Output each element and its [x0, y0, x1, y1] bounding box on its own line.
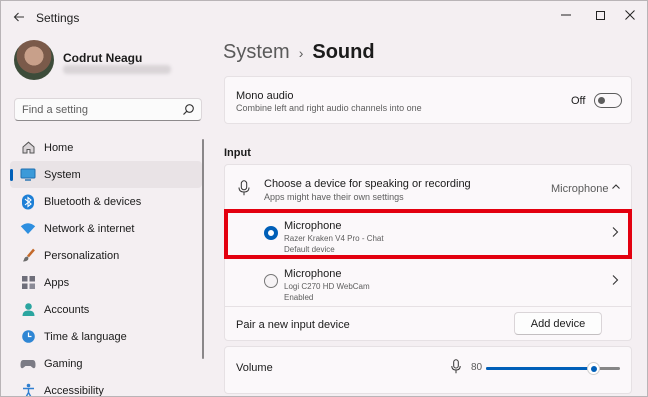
accessibility-icon [20, 383, 36, 396]
mono-audio-state: Off [571, 95, 586, 107]
search-input[interactable]: Find a setting [22, 104, 88, 116]
accounts-icon [20, 302, 36, 318]
settings-window: Settings Codrut Neagu Find a setting Hom… [0, 0, 648, 397]
add-device-button[interactable]: Add device [514, 312, 602, 335]
sidebar-item-network[interactable]: Network & internet [10, 215, 202, 242]
avatar[interactable] [14, 40, 54, 80]
bluetooth-icon [20, 194, 36, 210]
sidebar-item-label: Time & language [44, 330, 127, 343]
sidebar-item-label: Network & internet [44, 222, 135, 235]
sidebar-item-label: Apps [44, 276, 70, 289]
pair-device-label: Pair a new input device [236, 319, 350, 331]
page-title: Sound [312, 41, 375, 63]
pair-input-device-row: Pair a new input device Add device [225, 308, 631, 341]
sidebar-item-accounts[interactable]: Accounts [10, 296, 202, 323]
search-icon[interactable] [182, 103, 195, 116]
mono-audio-description: Combine left and right audio channels in… [236, 103, 422, 113]
sidebar-item-accessibility[interactable]: Accessibility [10, 377, 202, 397]
volume-slider[interactable] [486, 362, 620, 375]
sidebar-item-apps[interactable]: Apps [10, 269, 202, 296]
arrow-left-icon [13, 12, 24, 22]
device-status: Enabled [284, 293, 314, 302]
apps-icon [20, 275, 36, 291]
microphone-icon [451, 359, 461, 374]
wifi-icon [20, 221, 36, 237]
device-name: Microphone [284, 268, 342, 280]
choose-device-description: Apps might have their own settings [264, 192, 404, 202]
user-email-blurred [63, 65, 171, 74]
volume-value: 80 [471, 362, 483, 373]
sidebar-item-label: System [44, 168, 81, 181]
volume-card: Volume 80 [224, 346, 632, 394]
input-device-row[interactable]: Microphone Logi C270 HD WebCam Enabled [225, 259, 631, 307]
mono-audio-title: Mono audio [236, 90, 294, 102]
maximize-button[interactable] [585, 4, 615, 26]
sidebar-item-bluetooth[interactable]: Bluetooth & devices [10, 188, 202, 215]
close-icon [625, 10, 635, 20]
sidebar-item-label: Personalization [44, 249, 120, 262]
volume-slider-fill [486, 367, 594, 370]
sidebar-item-label: Home [44, 141, 74, 154]
home-icon [20, 140, 36, 156]
chevron-up-icon[interactable] [611, 183, 621, 191]
mono-audio-toggle[interactable] [594, 93, 622, 108]
gamepad-icon [20, 356, 36, 372]
sidebar-item-time-language[interactable]: Time & language [10, 323, 202, 350]
choose-input-device-row[interactable]: Choose a device for speaking or recordin… [225, 165, 631, 210]
brush-icon [20, 248, 36, 264]
sidebar-nav: Home System Bluetooth & devices Network … [10, 134, 202, 397]
sidebar-item-system[interactable]: System [10, 161, 202, 188]
toggle-knob [598, 97, 605, 104]
close-button[interactable] [615, 4, 645, 26]
chevron-right-icon[interactable] [611, 274, 619, 286]
sidebar-scrollbar[interactable] [202, 139, 204, 359]
device-model: Logi C270 HD WebCam [284, 282, 370, 291]
input-section-title: Input [224, 147, 251, 159]
choose-device-title: Choose a device for speaking or recordin… [264, 178, 471, 190]
sidebar-item-home[interactable]: Home [10, 134, 202, 161]
breadcrumb-separator: › [298, 44, 304, 61]
sidebar-item-gaming[interactable]: Gaming [10, 350, 202, 377]
microphone-icon [238, 180, 250, 196]
breadcrumb: System › Sound [223, 41, 375, 64]
app-title: Settings [36, 11, 80, 25]
volume-slider-thumb[interactable] [587, 362, 601, 375]
user-name: Codrut Neagu [63, 51, 143, 65]
device-radio-button[interactable] [264, 274, 278, 288]
minimize-button[interactable] [551, 4, 581, 26]
mono-audio-card: Mono audio Combine left and right audio … [224, 76, 632, 124]
search-box[interactable]: Find a setting [14, 98, 202, 121]
sidebar-item-label: Accessibility [44, 384, 104, 397]
maximize-icon [595, 10, 605, 20]
sidebar-item-personalization[interactable]: Personalization [10, 242, 202, 269]
sidebar-item-label: Bluetooth & devices [44, 195, 142, 208]
minimize-icon [561, 14, 571, 16]
back-button[interactable] [9, 7, 29, 27]
sidebar-item-label: Gaming [44, 357, 83, 370]
globe-clock-icon [20, 329, 36, 345]
volume-label: Volume [236, 362, 273, 374]
title-bar: Settings [1, 1, 647, 33]
sidebar-item-label: Accounts [44, 303, 90, 316]
highlight-rectangle [224, 209, 632, 259]
selected-input-device: Microphone [551, 183, 609, 195]
system-icon [20, 167, 36, 183]
breadcrumb-parent[interactable]: System [223, 41, 290, 64]
